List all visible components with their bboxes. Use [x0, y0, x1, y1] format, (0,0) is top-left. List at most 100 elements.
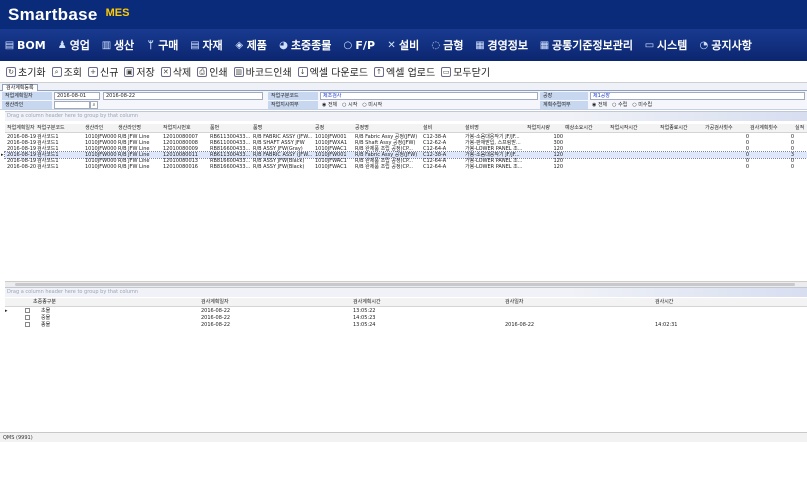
column-header[interactable]: 품명: [253, 124, 314, 132]
people-icon: ♟: [57, 39, 67, 51]
menu-item-10[interactable]: ▦ 경영정보: [475, 37, 528, 53]
toolbar-label: 신규: [100, 68, 119, 79]
menu-item-5[interactable]: ◈ 제품: [234, 37, 267, 53]
app-window: Smartbase MES ▤ BOM ♟ 영업 ▥ 생산 ᛘ 구매 ▤ 자재 ◈ 제품 ◕ 초중종물 ○ F…: [0, 0, 807, 504]
register-radio-group: ◉ 전체 ○ 수립 ○ 미수립: [592, 101, 657, 109]
column-header[interactable]: 작업지시량: [527, 124, 563, 132]
box-icon: ◈: [235, 39, 244, 51]
menu-label: 구매: [158, 39, 179, 52]
column-header[interactable]: 작업계획일자: [7, 124, 37, 132]
column-header[interactable]: 검사계획횟수: [750, 124, 794, 132]
table-cell: C12-64-A: [423, 164, 447, 170]
toolbar-button-8[interactable]: ↑ 엑셀 업로드: [374, 64, 435, 79]
menu-item-13[interactable]: ◔ 공지사항: [698, 37, 751, 53]
column-header[interactable]: 예상소요시간: [565, 124, 609, 132]
toolbar-label: 모두닫기: [453, 68, 491, 79]
toolbar-label: 조회: [63, 68, 83, 79]
radio-label: 전체: [597, 102, 608, 108]
circle-icon: ○: [343, 39, 353, 51]
column-header[interactable]: 가공검사횟수: [705, 124, 749, 132]
radio-option[interactable]: ○ 수립: [612, 102, 627, 108]
column-header[interactable]: 검사계획일자: [201, 298, 341, 306]
monitor-icon: ▭: [644, 39, 655, 51]
column-header[interactable]: 생산라인: [85, 124, 118, 132]
table-row[interactable]: 종물 2016-08-22 13:05:24 2016-08-22 14:02:31: [5, 322, 807, 328]
date-to-input[interactable]: 2016-08-22: [103, 92, 263, 100]
column-header[interactable]: 생산라인명: [118, 124, 162, 132]
menu-item-8[interactable]: ✕ 설비: [386, 37, 419, 53]
column-header[interactable]: 검사일자: [505, 298, 645, 306]
column-header[interactable]: 실적: [795, 124, 807, 132]
table-row[interactable]: 2016-08-20 검사코드1 1010JFW000 R/B JFW Line 120…: [5, 164, 807, 170]
tools-icon: ✕: [387, 39, 396, 51]
column-header[interactable]: 작업종료시간: [660, 124, 704, 132]
row-selector-icon: ▸: [5, 308, 8, 314]
factory-select[interactable]: 제1공장: [590, 92, 805, 100]
column-header[interactable]: 작업지시번호: [163, 124, 209, 132]
menu-item-12[interactable]: ▭ 시스템: [644, 37, 688, 53]
toolbar-button-1[interactable]: ⌕ 조회: [51, 64, 83, 79]
toolbar-button-6[interactable]: ▥ 바코드인쇄: [233, 64, 292, 79]
toolbar-button-4[interactable]: ✕ 삭제: [160, 64, 191, 79]
menu-item-1[interactable]: ♟ 영업: [57, 37, 90, 53]
column-header[interactable]: 설비: [423, 124, 464, 132]
reset-icon: ↻: [6, 66, 16, 77]
column-header[interactable]: 검사계획시간: [353, 298, 493, 306]
menu-item-3[interactable]: ᛘ 구매: [145, 37, 179, 53]
column-header[interactable]: 작업구분코드: [37, 124, 83, 132]
menu-label: 제품: [246, 39, 267, 52]
menu-label: 설비: [399, 39, 420, 52]
column-header[interactable]: 공정: [315, 124, 355, 132]
process-label: 작업지시여부: [268, 101, 318, 109]
group-by-hint: Drag a column header here to group by th…: [5, 288, 807, 297]
toolbar-button-7[interactable]: ↓ 엑셀 다운로드: [297, 64, 368, 79]
menu-item-0[interactable]: ▤ BOM: [4, 39, 46, 52]
filter-panel: 작업계획일자 2016-08-01 2016-08-22 작업구분코드 제조검사…: [0, 91, 807, 110]
radio-option[interactable]: ○ 미시작: [362, 102, 382, 108]
toolbar-button-2[interactable]: + 신규: [88, 64, 118, 79]
column-header[interactable]: 작업시작시간: [610, 124, 658, 132]
menu-item-9[interactable]: ◌ 금형: [430, 37, 463, 53]
product-line-input[interactable]: [54, 101, 90, 109]
radio-option[interactable]: ○ 시작: [342, 102, 357, 108]
work-type-select[interactable]: 제조검사: [320, 92, 538, 100]
menu-item-2[interactable]: ▥ 생산: [101, 37, 134, 53]
scroll-thumb[interactable]: [15, 283, 795, 286]
column-header[interactable]: 검사시간: [655, 298, 795, 306]
column-header[interactable]: 공정명: [355, 124, 422, 132]
radio-option[interactable]: ◉ 전체: [592, 102, 607, 108]
row-checkbox[interactable]: [25, 322, 30, 327]
toolbar-button-9[interactable]: ▭ 모두닫기: [441, 64, 490, 79]
table-cell: 0: [745, 164, 749, 170]
table-cell: 1010JFWAC1: [315, 164, 347, 170]
menu-label: 금형: [443, 39, 464, 52]
radio-option[interactable]: ◉ 전체: [322, 102, 337, 108]
chart-icon: ▥: [101, 39, 112, 51]
column-header[interactable]: 설비명: [465, 124, 526, 132]
menu-item-11[interactable]: ▦ 공통기준정보관리: [539, 37, 633, 53]
toolbar-button-3[interactable]: ▣ 저장: [124, 64, 155, 79]
monitor-icon: ▤: [4, 39, 15, 51]
toolbar-button-5[interactable]: ⎙ 인쇄: [197, 64, 228, 79]
menu-item-6[interactable]: ◕ 초중종물: [278, 37, 331, 53]
radio-label: 전체: [327, 102, 338, 108]
column-header[interactable]: 초중종구분: [33, 298, 113, 306]
table-cell: R/B 완제품 조립 공정(CP...: [355, 164, 414, 170]
search-icon[interactable]: ⌕: [90, 101, 98, 109]
tab-inspection-plan[interactable]: 검사계획등록: [2, 84, 38, 91]
date-from-input[interactable]: 2016-08-01: [54, 92, 100, 100]
inspection-grid-header: 초중종구분 검사계획일자 검사계획시간 검사일자 검사시간: [5, 298, 807, 307]
toolbar-button-0[interactable]: ↻ 초기화: [6, 64, 46, 79]
menu-item-7[interactable]: ○ F/P: [342, 39, 375, 52]
toolbar-label: 저장: [136, 68, 155, 79]
delete-icon: ✕: [160, 66, 171, 77]
row-checkbox[interactable]: [25, 315, 30, 320]
table-cell: 0: [790, 164, 794, 170]
row-checkbox[interactable]: [25, 308, 30, 313]
column-header[interactable]: 품번: [210, 124, 252, 132]
radio-option[interactable]: ○ 미수립: [632, 102, 652, 108]
table-cell: 13:05:24: [353, 322, 376, 328]
plan-date-label: 작업계획일자: [2, 92, 52, 100]
menu-item-4[interactable]: ▤ 자재: [189, 37, 222, 53]
toolbar-label: 초기화: [18, 68, 46, 79]
